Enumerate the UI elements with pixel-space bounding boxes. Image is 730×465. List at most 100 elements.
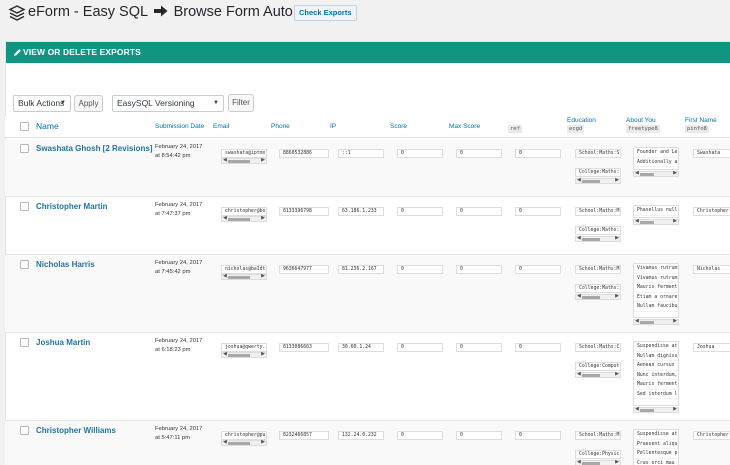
- max-score-field[interactable]: 0: [456, 431, 502, 440]
- scroll-left-icon[interactable]: ◀: [577, 459, 581, 465]
- ip-field[interactable]: 63.186.1.233: [338, 207, 384, 216]
- phone-field[interactable]: 8232466857: [279, 431, 329, 440]
- scroll-right-icon[interactable]: ▶: [615, 459, 619, 465]
- education-college-field[interactable]: College:Comput: [575, 362, 621, 371]
- education-school-field[interactable]: School:Maths:M: [575, 431, 621, 440]
- row-name-link[interactable]: Christopher Williams: [36, 426, 116, 435]
- scroll-left-icon[interactable]: ◀: [223, 157, 227, 163]
- email-scrollbar[interactable]: ◀ ▶: [221, 157, 267, 164]
- about-scrollbar[interactable]: ◀ ▶: [633, 406, 679, 413]
- scroll-right-icon[interactable]: ▶: [615, 235, 619, 241]
- score-field[interactable]: 0: [397, 265, 443, 274]
- row-name-link[interactable]: Swashata Ghosh [2 Revisions]: [36, 144, 152, 153]
- scroll-left-icon[interactable]: ◀: [635, 218, 639, 224]
- education-scrollbar[interactable]: ◀ ▶: [575, 293, 621, 300]
- education-scrollbar[interactable]: ◀ ▶: [575, 371, 621, 378]
- scroll-right-icon[interactable]: ▶: [261, 273, 265, 279]
- max-score-field[interactable]: 0: [456, 265, 502, 274]
- first-name-field[interactable]: Christopher: [693, 207, 730, 216]
- score-field[interactable]: 0: [397, 431, 443, 440]
- col-education[interactable]: Education ecgd: [567, 117, 596, 133]
- score-field[interactable]: 0: [397, 343, 443, 352]
- scroll-left-icon[interactable]: ◀: [223, 273, 227, 279]
- filter-button[interactable]: Filter: [228, 94, 254, 112]
- scroll-left-icon[interactable]: ◀: [223, 351, 227, 357]
- scroll-thumb[interactable]: [582, 374, 600, 377]
- about-textarea[interactable]: Vivamus rutrum Vivamus rutrum Mauris ferme…: [633, 263, 679, 318]
- scroll-left-icon[interactable]: ◀: [577, 371, 581, 377]
- scroll-thumb[interactable]: [582, 238, 600, 241]
- scroll-left-icon[interactable]: ◀: [223, 215, 227, 221]
- scroll-right-icon[interactable]: ▶: [261, 157, 265, 163]
- education-school-field[interactable]: School:Maths:C: [575, 343, 621, 352]
- email-field[interactable]: swashata@iptms: [221, 149, 267, 158]
- scroll-thumb[interactable]: [228, 354, 250, 357]
- max-score-field[interactable]: 0: [456, 149, 502, 158]
- row-checkbox[interactable]: [20, 426, 29, 435]
- scroll-right-icon[interactable]: ▶: [261, 439, 265, 445]
- email-field[interactable]: christopher@bo: [221, 207, 267, 216]
- row-checkbox[interactable]: [20, 338, 29, 347]
- scroll-right-icon[interactable]: ▶: [615, 177, 619, 183]
- phone-field[interactable]: 8133396798: [279, 207, 329, 216]
- row-name-link[interactable]: Nicholas Harris: [36, 260, 95, 269]
- scroll-left-icon[interactable]: ◀: [577, 177, 581, 183]
- phone-field[interactable]: 9636647977: [279, 265, 329, 274]
- first-name-field[interactable]: Swashata: [693, 149, 730, 158]
- about-scrollbar[interactable]: ◀ ▶: [633, 170, 679, 177]
- scroll-left-icon[interactable]: ◀: [635, 170, 639, 176]
- scroll-right-icon[interactable]: ▶: [673, 170, 677, 176]
- scroll-thumb[interactable]: [228, 160, 250, 163]
- scroll-thumb[interactable]: [582, 180, 600, 183]
- scroll-right-icon[interactable]: ▶: [673, 218, 677, 224]
- scroll-thumb[interactable]: [640, 320, 654, 324]
- ip-field[interactable]: 81.236.2.167: [338, 265, 384, 274]
- check-exports-button[interactable]: Check Exports: [294, 5, 357, 21]
- email-scrollbar[interactable]: ◀ ▶: [221, 273, 267, 280]
- row-name-link[interactable]: Christopher Martin: [36, 202, 108, 211]
- col-first-name[interactable]: First Name pinfo8: [685, 117, 717, 133]
- scroll-right-icon[interactable]: ▶: [615, 371, 619, 377]
- row-checkbox[interactable]: [20, 260, 29, 269]
- ref-field[interactable]: 0: [515, 343, 561, 352]
- email-scrollbar[interactable]: ◀ ▶: [221, 439, 267, 446]
- scroll-right-icon[interactable]: ▶: [673, 406, 677, 412]
- about-textarea[interactable]: Founder and Le Additionally a: [633, 147, 679, 170]
- education-scrollbar[interactable]: ◀ ▶: [575, 177, 621, 184]
- ip-field[interactable]: ::1: [338, 149, 384, 158]
- col-score[interactable]: Score: [390, 123, 407, 130]
- phone-field[interactable]: 8133086663: [279, 343, 329, 352]
- education-scrollbar[interactable]: ◀ ▶: [575, 459, 621, 465]
- first-name-field[interactable]: Nicholas: [693, 265, 730, 274]
- education-college-field[interactable]: College:Physic: [575, 450, 621, 459]
- email-scrollbar[interactable]: ◀ ▶: [221, 351, 267, 358]
- scroll-right-icon[interactable]: ▶: [261, 351, 265, 357]
- col-max-score[interactable]: Max Score: [449, 123, 480, 130]
- ref-field[interactable]: 0: [515, 431, 561, 440]
- row-name-link[interactable]: Joshua Martin: [36, 338, 90, 347]
- scroll-thumb[interactable]: [640, 409, 654, 412]
- scroll-right-icon[interactable]: ▶: [673, 318, 677, 324]
- about-textarea[interactable]: Phasellus null: [633, 205, 679, 218]
- apply-button[interactable]: Apply: [74, 95, 103, 112]
- scroll-left-icon[interactable]: ◀: [223, 439, 227, 445]
- col-ip[interactable]: IP: [330, 123, 336, 130]
- score-field[interactable]: 0: [397, 207, 443, 216]
- scroll-thumb[interactable]: [582, 296, 600, 299]
- max-score-field[interactable]: 0: [456, 343, 502, 352]
- about-textarea[interactable]: Suspendisse at Nullam digniss Aenean cursu…: [633, 341, 679, 406]
- education-college-field[interactable]: College:Maths:: [575, 168, 621, 177]
- first-name-field[interactable]: Joshua: [693, 343, 730, 352]
- scroll-left-icon[interactable]: ◀: [577, 293, 581, 299]
- select-all-checkbox[interactable]: [20, 122, 29, 131]
- col-email[interactable]: Email: [213, 123, 229, 130]
- scroll-thumb[interactable]: [228, 442, 250, 445]
- email-field[interactable]: nicholas@ba1dt: [221, 265, 267, 274]
- about-textarea[interactable]: Suspendisse at Praesent aliqu Pellentesque…: [633, 429, 679, 465]
- col-phone[interactable]: Phone: [271, 123, 290, 130]
- scroll-left-icon[interactable]: ◀: [635, 406, 639, 412]
- education-school-field[interactable]: School:Maths:S: [575, 149, 621, 158]
- about-scrollbar[interactable]: ◀ ▶: [633, 218, 679, 225]
- first-name-field[interactable]: Christopher: [693, 431, 730, 440]
- version-filter-select[interactable]: EasySQL Versioning ▼: [112, 95, 224, 112]
